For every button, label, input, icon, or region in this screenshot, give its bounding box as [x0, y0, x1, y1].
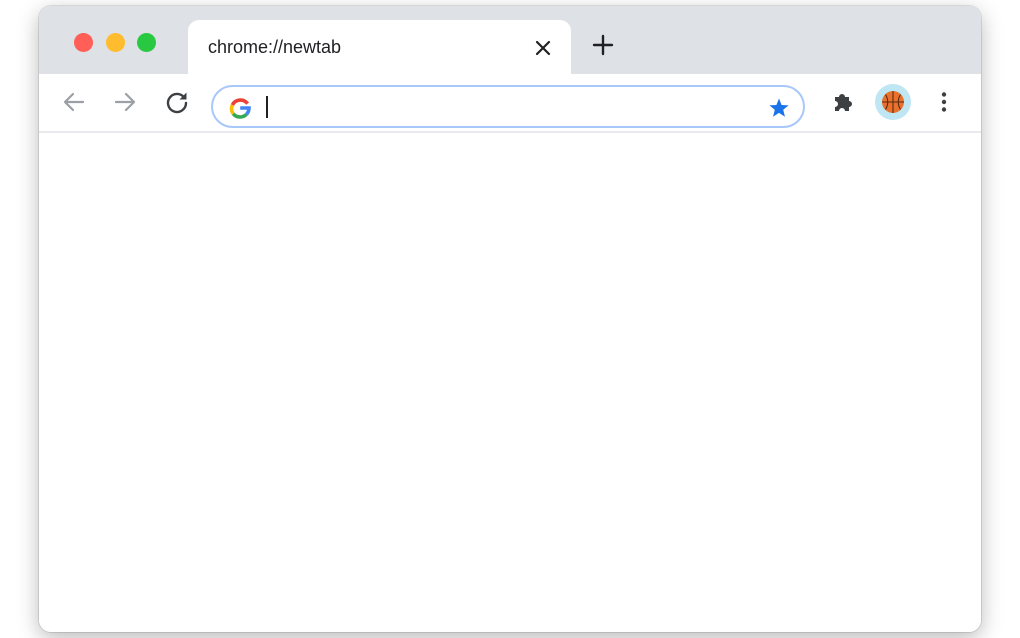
reload-icon	[166, 92, 188, 114]
star-icon	[769, 98, 789, 117]
browser-window: chrome://newtab	[39, 6, 981, 632]
bookmark-star-button[interactable]	[767, 96, 791, 120]
google-g-icon	[229, 97, 251, 119]
puzzle-icon	[835, 94, 852, 111]
forward-button[interactable]	[111, 88, 139, 116]
title-bar: chrome://newtab	[39, 6, 981, 76]
extensions-button[interactable]	[829, 88, 857, 116]
basketball-icon	[882, 91, 904, 113]
tab-title: chrome://newtab	[208, 37, 342, 57]
arrow-left-icon	[63, 92, 85, 112]
new-tab-button[interactable]	[591, 33, 615, 57]
toolbar	[39, 74, 981, 133]
back-button[interactable]	[60, 88, 88, 116]
tab-newtab[interactable]: chrome://newtab	[188, 20, 571, 76]
omnibox-input[interactable]	[263, 92, 733, 120]
window-minimize-button[interactable]	[106, 33, 125, 52]
window-close-button[interactable]	[74, 33, 93, 52]
window-maximize-button[interactable]	[137, 33, 156, 52]
kebab-menu-icon	[941, 92, 947, 112]
text-caret	[266, 96, 268, 118]
address-bar[interactable]	[211, 85, 805, 128]
arrow-right-icon	[114, 92, 136, 112]
page-content	[39, 133, 981, 632]
profile-avatar-button[interactable]	[875, 84, 911, 120]
reload-button[interactable]	[163, 88, 191, 116]
plus-icon	[592, 34, 614, 56]
close-icon[interactable]	[532, 37, 554, 59]
browser-menu-button[interactable]	[930, 88, 958, 116]
